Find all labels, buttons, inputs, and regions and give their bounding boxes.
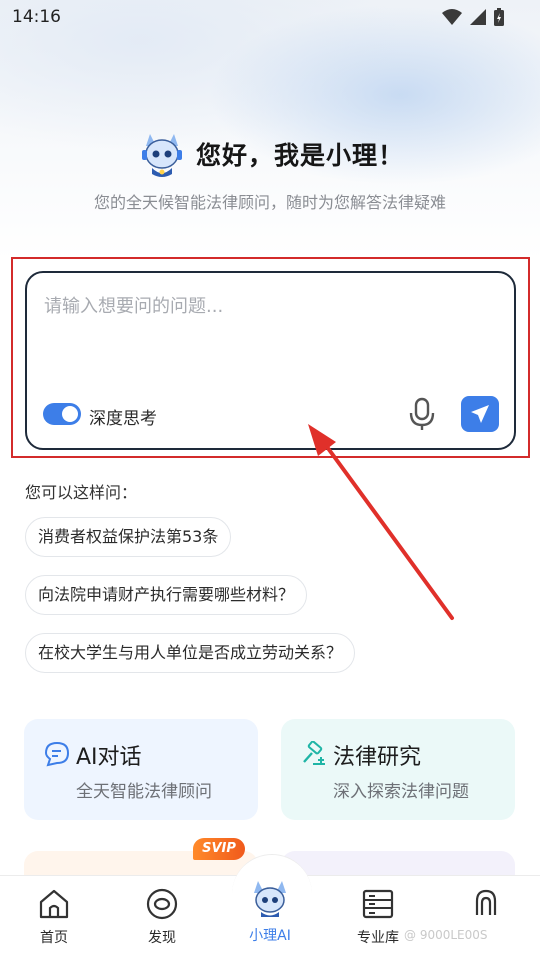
card-title: 法律研究 xyxy=(333,745,422,770)
ai-chat-card[interactable]: AI对话 全天智能法律顾问 xyxy=(24,719,258,820)
discover-icon xyxy=(146,888,178,920)
headset-icon xyxy=(475,889,497,915)
nav-item-home[interactable]: 首页 xyxy=(9,887,99,947)
battery-icon xyxy=(494,8,504,26)
nav-item-profile[interactable] xyxy=(441,887,531,927)
chat-bubble-icon xyxy=(44,741,70,767)
deep-think-toggle[interactable] xyxy=(43,403,81,425)
suggestion-chip[interactable]: 向法院申请财产执行需要哪些材料？ xyxy=(25,575,308,615)
status-bar: 14:16 xyxy=(0,0,540,36)
microphone-icon[interactable] xyxy=(407,397,437,431)
question-input-placeholder[interactable]: 请输入想要问的问题... xyxy=(44,292,223,318)
suggestions-heading: 您可以这样问： xyxy=(25,483,138,502)
send-button[interactable] xyxy=(461,396,499,432)
nav-label: 小理AI xyxy=(249,928,291,944)
mascot-icon xyxy=(141,134,182,177)
svip-badge: SVIP xyxy=(193,838,245,860)
hero-title: 您好，我是小理！ xyxy=(195,141,404,170)
status-time: 14:16 xyxy=(12,7,61,27)
card-subtitle: 全天智能法律顾问 xyxy=(76,782,212,802)
gavel-icon xyxy=(303,741,325,765)
question-input-box[interactable]: 请输入想要问的问题... 深度思考 xyxy=(25,271,516,450)
card-subtitle: 深入探索法律问题 xyxy=(333,782,469,802)
hero-subtitle: 您的全天候智能法律顾问，随时为您解答法律疑难 xyxy=(93,193,446,212)
nav-label: 首页 xyxy=(40,930,68,946)
nav-label: 发现 xyxy=(148,930,176,946)
signal-icon xyxy=(470,9,486,25)
wifi-icon xyxy=(442,9,462,25)
mascot-icon xyxy=(254,881,286,917)
send-icon xyxy=(471,405,489,423)
database-icon xyxy=(362,889,394,919)
status-icons xyxy=(442,8,504,26)
suggestion-chip[interactable]: 在校大学生与用人单位是否成立劳动关系？ xyxy=(25,633,356,673)
card-title: AI对话 xyxy=(76,745,142,770)
watermark: @ 9000LE00S xyxy=(404,928,488,942)
legal-research-card[interactable]: 法律研究 深入探索法律问题 xyxy=(281,719,515,820)
suggestion-chip[interactable]: 消费者权益保护法第53条 xyxy=(25,517,232,557)
hero: 您好，我是小理！ xyxy=(0,128,540,180)
nav-item-discover[interactable]: 发现 xyxy=(117,887,207,947)
deep-think-label: 深度思考 xyxy=(89,409,157,429)
home-icon xyxy=(39,889,69,919)
nav-item-xiaoli-ai[interactable]: 小理AI xyxy=(225,881,315,945)
